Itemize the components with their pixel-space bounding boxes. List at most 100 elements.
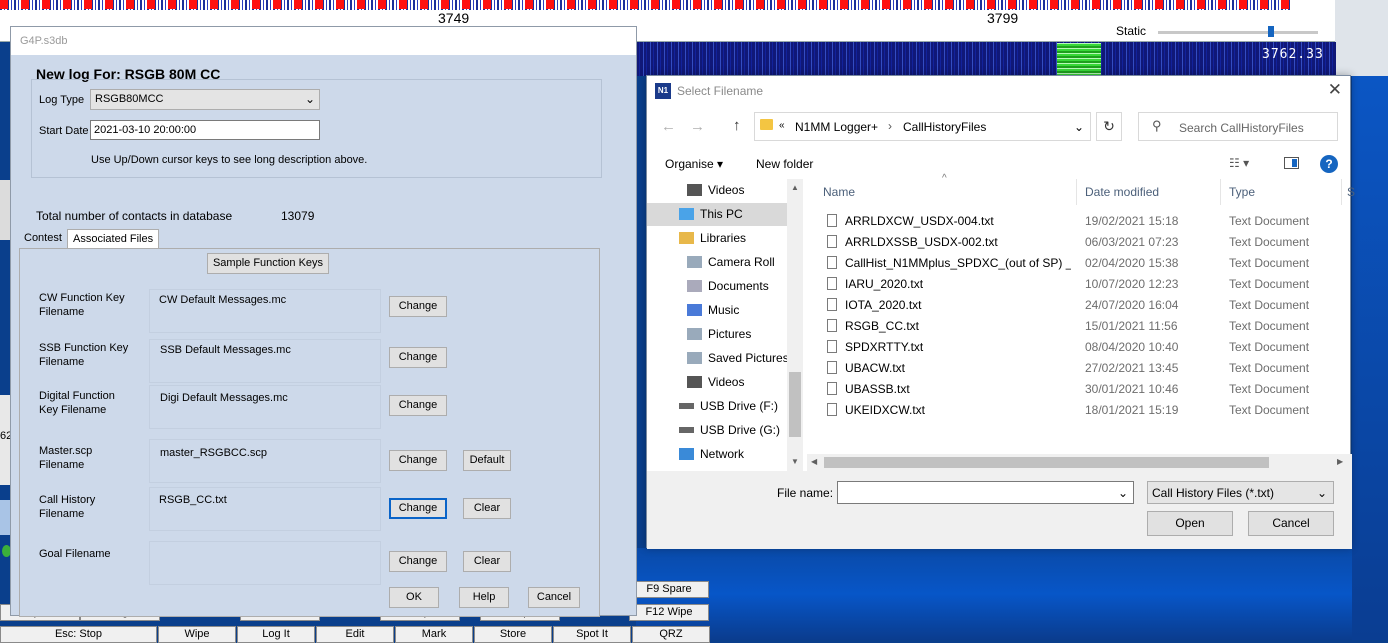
breadcrumb-callhistoryfiles[interactable]: CallHistoryFiles <box>903 120 986 134</box>
fkey-f12[interactable]: F12 Wipe <box>629 604 709 621</box>
goal-filename-label: Goal Filename <box>39 548 111 560</box>
address-bar[interactable]: « N1MM Logger+ › CallHistoryFiles ⌄ <box>754 112 1091 141</box>
forward-arrow-icon[interactable]: → <box>690 118 705 135</box>
tab-associated-files[interactable]: Associated Files <box>67 229 160 249</box>
up-arrow-icon[interactable]: ↑ <box>733 117 741 134</box>
file-row[interactable]: CallHist_N1MMplus_SPDXC_(out of SP) _...… <box>825 253 1345 274</box>
column-divider[interactable] <box>1076 179 1077 205</box>
scroll-up-icon[interactable]: ▲ <box>791 183 799 192</box>
nav-network[interactable]: Network <box>647 443 787 466</box>
text-file-icon <box>827 340 837 353</box>
digi-change-button[interactable]: Change <box>389 395 447 416</box>
navigation-pane: Videos This PC Libraries Camera Roll Doc… <box>647 179 803 471</box>
file-row[interactable]: UKEIDXCW.txt 18/01/2021 15:19 Text Documen… <box>825 400 1345 421</box>
fkey-mark[interactable]: Mark <box>395 626 473 643</box>
file-row[interactable]: RSGB_CC.txt 15/01/2021 11:56 Text Document <box>825 316 1345 337</box>
ssb-change-button[interactable]: Change <box>389 347 447 368</box>
file-list-header: ^ Name Date modified Type S <box>803 173 1355 205</box>
file-row[interactable]: IOTA_2020.txt 24/07/2020 16:04 Text Docume… <box>825 295 1345 316</box>
chevron-down-icon[interactable]: ⌄ <box>1074 120 1084 134</box>
column-size[interactable]: S <box>1347 185 1355 199</box>
master-default-button[interactable]: Default <box>463 450 511 471</box>
chevron-down-icon[interactable]: ⌄ <box>1118 486 1128 500</box>
fkey-edit[interactable]: Edit <box>316 626 394 643</box>
log-type-select[interactable]: RSGB80MCC ⌄ <box>90 89 320 110</box>
close-icon[interactable]: ✕ <box>1328 80 1342 100</box>
refresh-button[interactable]: ↻ <box>1096 112 1122 141</box>
file-row[interactable]: ARRLDXCW_USDX-004.txt 19/02/2021 15:18 Tex… <box>825 211 1345 232</box>
file-row[interactable]: UBASSB.txt 30/01/2021 10:46 Text Document <box>825 379 1345 400</box>
nav-usb-f[interactable]: USB Drive (F:) <box>647 395 787 418</box>
new-folder-button[interactable]: New folder <box>756 157 813 171</box>
static-slider-thumb[interactable] <box>1268 26 1274 37</box>
breadcrumb-n1mm[interactable]: N1MM Logger+ <box>795 120 878 134</box>
column-type[interactable]: Type <box>1229 185 1255 199</box>
column-divider[interactable] <box>1220 179 1221 205</box>
text-file-icon <box>827 382 837 395</box>
scroll-right-icon[interactable]: ▶ <box>1337 457 1343 466</box>
call-history-clear-button[interactable]: Clear <box>463 498 511 519</box>
master-change-button[interactable]: Change <box>389 450 447 471</box>
sample-function-keys-button[interactable]: Sample Function Keys <box>207 253 329 274</box>
scroll-down-icon[interactable]: ▼ <box>791 457 799 466</box>
nav-camera-roll[interactable]: Camera Roll <box>647 251 787 274</box>
cw-change-button[interactable]: Change <box>389 296 447 317</box>
horizontal-scroll-thumb[interactable] <box>824 457 1269 468</box>
cw-function-key-label: CW Function Key Filename <box>39 292 125 318</box>
start-date-input[interactable] <box>90 120 320 140</box>
fkey-log-it[interactable]: Log It <box>237 626 315 643</box>
search-input[interactable]: ⚲ Search CallHistoryFiles <box>1138 112 1338 141</box>
file-type-select[interactable]: Call History Files (*.txt) ⌄ <box>1147 481 1334 504</box>
file-dialog-cancel-button[interactable]: Cancel <box>1248 511 1334 536</box>
call-history-change-button[interactable]: Change <box>389 498 447 519</box>
column-name[interactable]: Name <box>823 185 855 199</box>
total-contacts-value: 13079 <box>281 209 315 223</box>
tab-contest[interactable]: Contest <box>19 229 67 248</box>
fkey-wipe[interactable]: Wipe <box>158 626 236 643</box>
nav-music[interactable]: Music <box>647 299 787 322</box>
file-dialog-footer: File name: ⌄ Call History Files (*.txt) … <box>647 471 1352 549</box>
back-arrow-icon[interactable]: ← <box>661 118 676 135</box>
nav-libraries[interactable]: Libraries <box>647 227 787 250</box>
fkey-esc[interactable]: Esc: Stop <box>0 626 157 643</box>
preview-pane-icon[interactable] <box>1284 157 1299 169</box>
open-button[interactable]: Open <box>1147 511 1233 536</box>
static-slider[interactable] <box>1158 31 1318 34</box>
goal-change-button[interactable]: Change <box>389 551 447 572</box>
nav-documents[interactable]: Documents <box>647 275 787 298</box>
scroll-left-icon[interactable]: ◀ <box>811 457 817 466</box>
view-options-icon[interactable]: ☷ ▾ <box>1229 156 1249 170</box>
nav-saved-pictures[interactable]: Saved Pictures <box>647 347 789 370</box>
fkey-store[interactable]: Store <box>474 626 552 643</box>
nav-this-pc[interactable]: This PC <box>647 203 787 226</box>
search-placeholder: Search CallHistoryFiles <box>1179 121 1304 135</box>
ok-button[interactable]: OK <box>389 587 439 608</box>
folder-icon <box>760 119 773 130</box>
nav-videos[interactable]: Videos <box>647 179 787 202</box>
waterfall-display[interactable] <box>636 42 1336 76</box>
help-button[interactable]: Help <box>459 587 509 608</box>
fkey-qrz[interactable]: QRZ <box>632 626 710 643</box>
filename-input[interactable]: ⌄ <box>837 481 1134 504</box>
cancel-button[interactable]: Cancel <box>528 587 580 608</box>
digi-file-value: Digi Default Messages.mc <box>160 392 288 404</box>
organise-menu[interactable]: Organise ▾ <box>665 157 723 171</box>
help-icon[interactable]: ? <box>1320 155 1338 173</box>
file-row[interactable]: UBACW.txt 27/02/2021 13:45 Text Document <box>825 358 1345 379</box>
contest-setup-dialog: G4P.s3db New log For: RSGB 80M CC Log Ty… <box>10 26 637 617</box>
goal-clear-button[interactable]: Clear <box>463 551 511 572</box>
column-divider[interactable] <box>1341 179 1342 205</box>
horizontal-scrollbar[interactable]: ◀ ▶ <box>807 454 1352 471</box>
fkey-spare[interactable]: F9 Spare <box>629 581 709 598</box>
fkey-spot-it[interactable]: Spot It <box>553 626 631 643</box>
file-row[interactable]: SPDXRTTY.txt 08/04/2020 10:40 Text Documen… <box>825 337 1345 358</box>
nav-videos-library[interactable]: Videos <box>647 371 787 394</box>
file-row[interactable]: ARRLDXSSB_USDX-002.txt 06/03/2021 07:23 Te… <box>825 232 1345 253</box>
nav-pictures[interactable]: Pictures <box>647 323 787 346</box>
nav-scroll-thumb[interactable] <box>789 372 801 437</box>
breadcrumb-overflow[interactable]: « <box>779 120 785 131</box>
file-row[interactable]: IARU_2020.txt 10/07/2020 12:23 Text Docume… <box>825 274 1345 295</box>
column-date-modified[interactable]: Date modified <box>1085 185 1159 199</box>
nav-usb-g[interactable]: USB Drive (G:) <box>647 419 787 442</box>
dialog-titlebar[interactable]: G4P.s3db <box>11 27 636 55</box>
